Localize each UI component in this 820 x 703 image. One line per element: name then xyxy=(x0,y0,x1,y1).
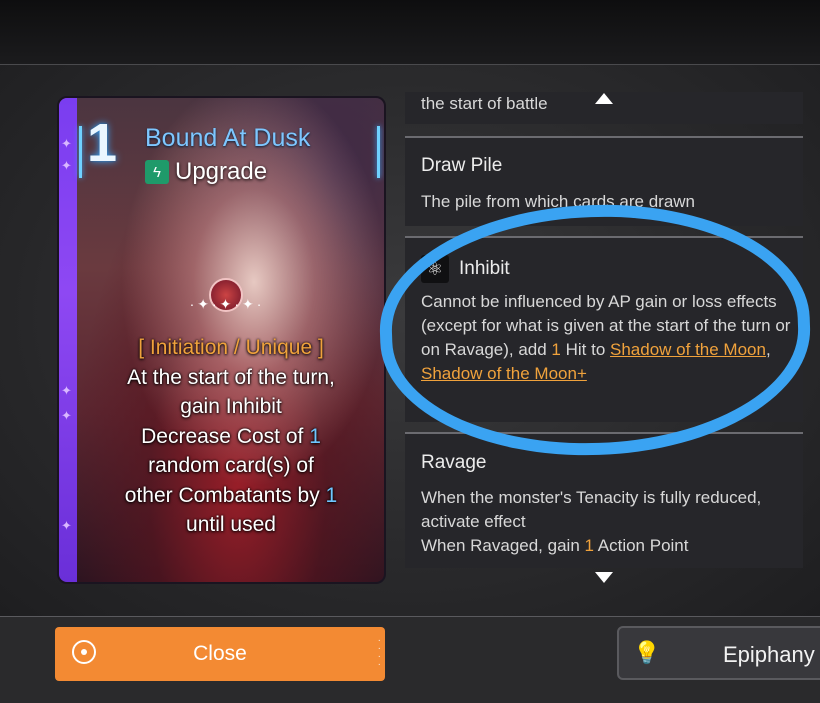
cost-frame-left xyxy=(79,126,82,178)
card-effect-line: gain Inhibit xyxy=(180,395,282,418)
dots-icon: · · · · xyxy=(377,635,381,670)
star-icon: ✦ xyxy=(61,383,72,398)
scroll-up-icon[interactable] xyxy=(595,93,613,104)
star-icon: ✦ xyxy=(61,136,72,151)
card-tag: [ Initiation / Unique ] xyxy=(138,336,324,359)
lightning-icon: ϟ xyxy=(145,160,169,184)
card-effect-text: [ Initiation / Unique ] At the start of … xyxy=(81,333,381,540)
card-bound-at-dusk: ✦ ✦ ✦ ✦ ✦ 1 Bound At Dusk ϟ Upgrade ·✦·✦… xyxy=(57,96,386,584)
card-effect-line: other Combatants by 1 xyxy=(124,483,338,507)
star-icon: ✦ xyxy=(61,158,72,173)
cost-frame-right xyxy=(377,126,380,178)
sparkle-icon: ·✦·✦·✦· xyxy=(189,296,265,312)
card-effect-line: Decrease Cost of 1 xyxy=(141,424,321,448)
card-effect-line: until used xyxy=(186,513,276,536)
epiphany-button[interactable]: 💡 Epiphany xyxy=(617,626,820,680)
keyword-title: Draw Pile xyxy=(421,155,503,176)
card-type: ϟ Upgrade xyxy=(145,158,267,186)
card-effect-line: At the start of the turn, xyxy=(127,365,335,389)
lightbulb-icon: 💡 xyxy=(633,640,661,665)
card-title: Bound At Dusk xyxy=(145,124,311,152)
close-button[interactable]: Close · · · · xyxy=(55,627,385,681)
star-icon: ✦ xyxy=(61,518,72,533)
scroll-down-icon[interactable] xyxy=(595,572,613,583)
card-effect-line: random card(s) of xyxy=(148,454,314,477)
close-button-label: Close xyxy=(193,642,247,665)
keyword-desc: When the monster's Tenacity is fully red… xyxy=(421,488,762,555)
card-rarity-strip: ✦ ✦ ✦ ✦ ✦ xyxy=(59,98,77,582)
star-icon: ✦ xyxy=(61,408,72,423)
card-type-label: Upgrade xyxy=(175,158,268,185)
card-cost: 1 xyxy=(87,113,118,173)
keyword-title: Ravage xyxy=(421,452,487,473)
epiphany-button-label: Epiphany xyxy=(723,642,815,667)
top-bar xyxy=(0,0,820,65)
